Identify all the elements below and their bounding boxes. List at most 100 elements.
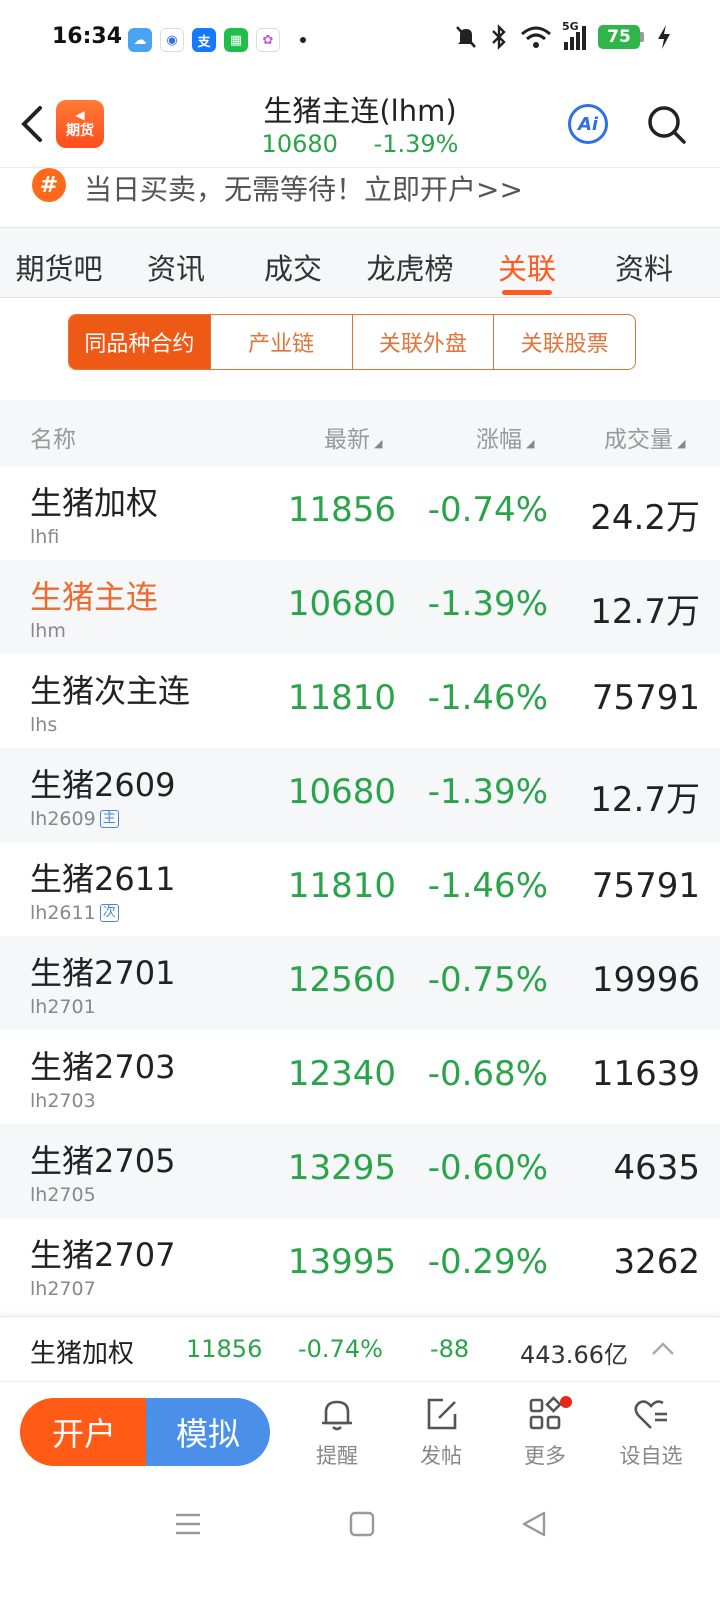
mute-icon [456, 26, 476, 48]
chevron-up-icon[interactable] [650, 1339, 676, 1359]
contract-price: 11856 [287, 490, 396, 530]
table-row[interactable]: 生猪2611 lh2611 次 11810 -1.46% 75791 [0, 842, 720, 936]
segment-industry-chain[interactable]: 产业链 [211, 315, 353, 369]
segment-same-variety[interactable]: 同品种合约 [69, 315, 211, 369]
tab-info[interactable]: 资料 [585, 246, 703, 288]
simulate-button[interactable]: 模拟 [146, 1398, 270, 1466]
table-row[interactable]: 生猪主连 lhm 10680 -1.39% 12.7万 [0, 560, 720, 654]
active-tab-indicator [502, 290, 552, 295]
status-time: 16:34 [52, 24, 123, 49]
contract-volume: 24.2万 [590, 498, 700, 538]
contract-price: 12560 [287, 960, 396, 1000]
table-row[interactable]: 生猪2703 lh2703 12340 -0.68% 11639 [0, 1030, 720, 1124]
contract-change: -0.74% [427, 490, 548, 530]
open-account-button[interactable]: 开户 [20, 1398, 148, 1466]
contract-volume: 19996 [591, 960, 700, 1000]
related-segment-control: 同品种合约 产业链 关联外盘 关联股票 [68, 314, 636, 370]
segment-foreign-markets[interactable]: 关联外盘 [353, 315, 495, 369]
menu-icon[interactable] [174, 1510, 202, 1538]
promo-text[interactable]: 当日买卖，无需等待！立即开户>> [84, 168, 523, 208]
system-navigation [0, 1492, 720, 1604]
table-header: 名称 最新 ◢ 涨幅 ◢ 成交量 ◢ [0, 400, 720, 466]
tab-bar: 期货吧 资讯 成交 龙虎榜 关联 资料 [0, 228, 720, 298]
nav-add-watchlist[interactable]: 设自选 [606, 1394, 696, 1474]
header-volume[interactable]: 成交量 ◢ [604, 420, 685, 454]
status-bar: 16:34 ☁ ◉ 支 ▦ ✿ 5G 75 [0, 0, 720, 80]
tab-news[interactable]: 资讯 [117, 246, 235, 288]
header-quote: 10680 -1.39% [0, 130, 720, 158]
header-name: 名称 [30, 427, 76, 453]
sort-icon: ◢ [677, 437, 686, 450]
ai-assistant-button[interactable]: Ai [568, 104, 608, 144]
heart-list-icon [634, 1400, 667, 1429]
network-type-label: 5G [562, 20, 579, 33]
contract-price: 10680 [287, 772, 396, 812]
ticker-price: 11856 [186, 1335, 263, 1363]
contract-volume: 12.7万 [590, 592, 700, 632]
main-contract-badge: 主 [99, 810, 119, 828]
contract-code: lhfi [30, 526, 60, 548]
tab-futures-forum[interactable]: 期货吧 [0, 246, 118, 288]
quote-ticker[interactable]: 生猪加权 11856 -0.74% -88 443.66亿 [0, 1316, 720, 1382]
contract-change: -0.60% [427, 1148, 548, 1188]
nav-post[interactable]: 发帖 [396, 1394, 486, 1474]
search-icon[interactable] [644, 102, 688, 146]
contract-name: 生猪2707 [30, 1236, 176, 1274]
contract-change: -1.39% [427, 772, 548, 812]
charging-icon [658, 25, 670, 49]
contract-volume: 75791 [591, 866, 700, 906]
table-row[interactable]: 生猪次主连 lhs 11810 -1.46% 75791 [0, 654, 720, 748]
table-row[interactable]: 生猪2701 lh2701 12560 -0.75% 19996 [0, 936, 720, 1030]
promo-banner[interactable]: # 当日买卖，无需等待！立即开户>> [0, 168, 720, 228]
header-price: 10680 [261, 130, 338, 158]
contract-change: -1.46% [427, 678, 548, 718]
notification-badge [560, 1396, 572, 1408]
contract-name: 生猪2611 [30, 860, 176, 898]
tab-related[interactable]: 关联 [468, 246, 586, 288]
contract-volume: 12.7万 [590, 780, 700, 820]
contract-change: -1.46% [427, 866, 548, 906]
nav-alert[interactable]: 提醒 [292, 1394, 382, 1474]
table-row[interactable]: 生猪2705 lh2705 13295 -0.60% 4635 [0, 1124, 720, 1218]
contract-list: 生猪加权 lhfi 11856 -0.74% 24.2万 生猪主连 lhm 10… [0, 466, 720, 1312]
contract-code: lh2701 [30, 996, 96, 1018]
nav-more[interactable]: 更多 [500, 1394, 590, 1474]
contract-change: -0.68% [427, 1054, 548, 1094]
bottom-action-bar: 开户 模拟 提醒 发帖 更多 设自选 [0, 1382, 720, 1492]
gallery-icon: ✿ [256, 28, 280, 52]
contract-name: 生猪加权 [30, 484, 159, 522]
tab-trades[interactable]: 成交 [234, 246, 352, 288]
alipay-icon: 支 [192, 28, 216, 52]
contract-code: lh2611 次 [30, 902, 119, 924]
table-row[interactable]: 生猪2707 lh2707 13995 -0.29% 3262 [0, 1218, 720, 1312]
contract-code: lhm [30, 620, 66, 642]
wifi-icon [521, 26, 551, 48]
table-row[interactable]: 生猪2609 lh2609 主 10680 -1.39% 12.7万 [0, 748, 720, 842]
contract-code: lh2609 主 [30, 808, 119, 830]
contract-price: 13295 [287, 1148, 396, 1188]
contract-change: -0.75% [427, 960, 548, 1000]
page-title: 生猪主连(lhm) [263, 94, 457, 128]
contract-price: 11810 [287, 678, 396, 718]
segment-related-stocks[interactable]: 关联股票 [494, 315, 635, 369]
bell-icon [322, 1400, 352, 1431]
contract-change: -1.39% [427, 584, 548, 624]
header-latest[interactable]: 最新 ◢ [324, 420, 382, 454]
sort-icon: ◢ [526, 437, 535, 450]
contract-name: 生猪次主连 [30, 672, 191, 710]
secondary-contract-badge: 次 [99, 904, 119, 922]
contract-name: 生猪2609 [30, 766, 176, 804]
header-change[interactable]: 涨幅 ◢ [476, 420, 534, 454]
contract-name: 生猪2701 [30, 954, 176, 992]
battery-indicator: 75 [598, 25, 644, 49]
table-row[interactable]: 生猪加权 lhfi 11856 -0.74% 24.2万 [0, 466, 720, 560]
weather-icon: ☁ [128, 28, 152, 52]
header-change: -1.39% [373, 130, 459, 158]
ticker-name: 生猪加权 [30, 1339, 135, 1369]
contract-name: 生猪主连 [30, 578, 159, 616]
contract-volume: 11639 [591, 1054, 700, 1094]
back-nav-icon[interactable] [520, 1510, 548, 1538]
contract-change: -0.29% [427, 1242, 548, 1282]
home-icon[interactable] [348, 1510, 376, 1538]
tab-dragon-tiger[interactable]: 龙虎榜 [351, 246, 469, 288]
